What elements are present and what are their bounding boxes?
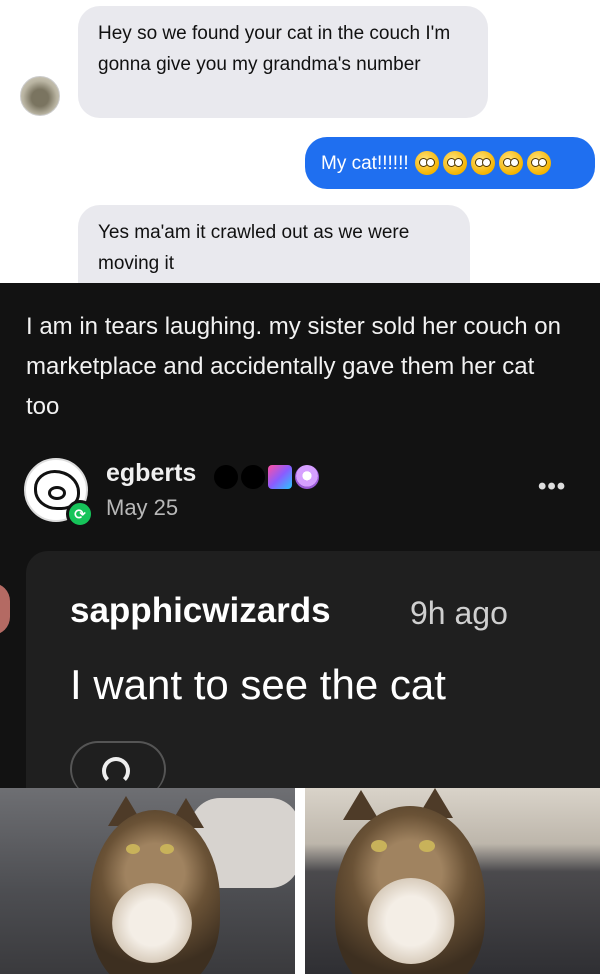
- avatar-drawing-detail: [48, 486, 66, 500]
- message-text: Hey so we found your cat in the couch I'…: [98, 23, 451, 75]
- post-username[interactable]: egberts: [106, 459, 196, 488]
- social-post: I am in tears laughing. my sister sold h…: [0, 283, 600, 797]
- cat-chest: [112, 883, 192, 963]
- photo-strip: [0, 788, 600, 974]
- ellipsis-icon[interactable]: •••: [538, 473, 566, 501]
- cat-photo[interactable]: [305, 788, 600, 974]
- comment-time: 9h ago: [410, 595, 508, 631]
- cat-photo[interactable]: [0, 788, 295, 974]
- purple-gem-icon: [295, 465, 319, 489]
- incoming-message: Yes ma'am it crawled out as we were movi…: [78, 205, 470, 283]
- comment-username[interactable]: sapphicwizards: [70, 591, 331, 631]
- cat-eye: [371, 840, 387, 852]
- comment-text: I want to see the cat: [70, 661, 446, 708]
- message-text: My cat!!!!!!: [321, 152, 409, 174]
- black-dot-icon: [214, 465, 238, 489]
- cat-chest: [367, 878, 455, 964]
- cat-eye: [160, 844, 174, 854]
- side-avatar: [0, 583, 10, 635]
- post-text: I am in tears laughing. my sister sold h…: [26, 313, 561, 420]
- reblog-icon: ⟳: [66, 500, 94, 528]
- flushed-face-icon: [498, 151, 523, 175]
- flushed-face-icon: [470, 151, 495, 175]
- flushed-face-icon: [442, 151, 467, 175]
- rainbow-bug-icon: [268, 465, 292, 489]
- text-message-thread: Hey so we found your cat in the couch I'…: [0, 0, 600, 283]
- cat-eye: [126, 844, 140, 854]
- reply-icon: [102, 757, 130, 785]
- post-date: May 25: [106, 495, 179, 520]
- cat-eye: [419, 840, 435, 852]
- comment-card: sapphicwizards 9h ago I want to see the …: [26, 551, 600, 797]
- user-badges: [214, 465, 319, 489]
- black-dot-icon: [241, 465, 265, 489]
- flushed-face-icon: [526, 151, 551, 175]
- emoji-row: [414, 151, 551, 175]
- flushed-face-icon: [414, 151, 439, 175]
- outgoing-message: My cat!!!!!!: [305, 137, 595, 189]
- incoming-message: Hey so we found your cat in the couch I'…: [78, 6, 488, 118]
- cat-ear: [343, 790, 379, 820]
- message-text: Yes ma'am it crawled out as we were movi…: [98, 222, 410, 274]
- contact-avatar: [20, 76, 60, 116]
